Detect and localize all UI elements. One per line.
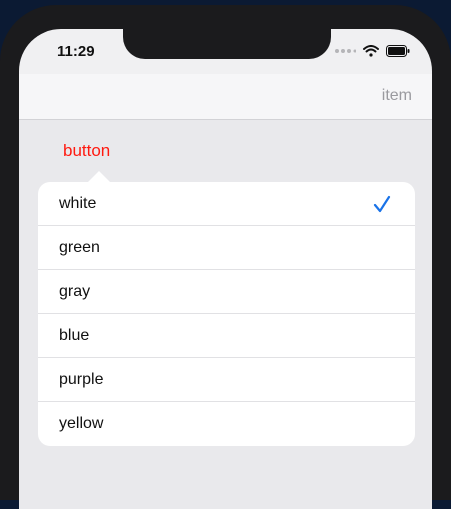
status-time: 11:29 — [57, 43, 95, 60]
checkmark-icon — [373, 195, 391, 213]
menu-item-label: purple — [59, 371, 104, 388]
popover-menu: white green gray blue purple yellow — [38, 182, 415, 446]
menu-item-label: yellow — [59, 415, 104, 432]
menu-item-purple[interactable]: purple — [38, 358, 415, 402]
menu-item-gray[interactable]: gray — [38, 270, 415, 314]
popover-trigger-button[interactable]: button — [63, 141, 110, 161]
signal-dots-icon — [335, 49, 356, 53]
navigation-bar: item — [19, 74, 432, 120]
status-icons — [334, 45, 410, 57]
menu-item-label: white — [59, 195, 97, 212]
menu-item-blue[interactable]: blue — [38, 314, 415, 358]
wifi-icon — [363, 45, 379, 57]
menu-item-white[interactable]: white — [38, 182, 415, 226]
menu-item-green[interactable]: green — [38, 226, 415, 270]
main-content: button white green gray blue purple yell… — [19, 120, 432, 509]
battery-icon — [386, 45, 410, 57]
menu-item-label: gray — [59, 283, 91, 300]
phone-screen: 11:29 item button white green gray blue … — [19, 29, 432, 509]
nav-right-item[interactable]: item — [382, 87, 412, 105]
menu-item-label: green — [59, 239, 100, 256]
popover-arrow — [88, 171, 110, 182]
notch — [123, 29, 331, 59]
phone-frame: 11:29 item button white green gray blue … — [0, 5, 451, 509]
menu-item-label: blue — [59, 327, 90, 344]
menu-item-yellow[interactable]: yellow — [38, 402, 415, 446]
